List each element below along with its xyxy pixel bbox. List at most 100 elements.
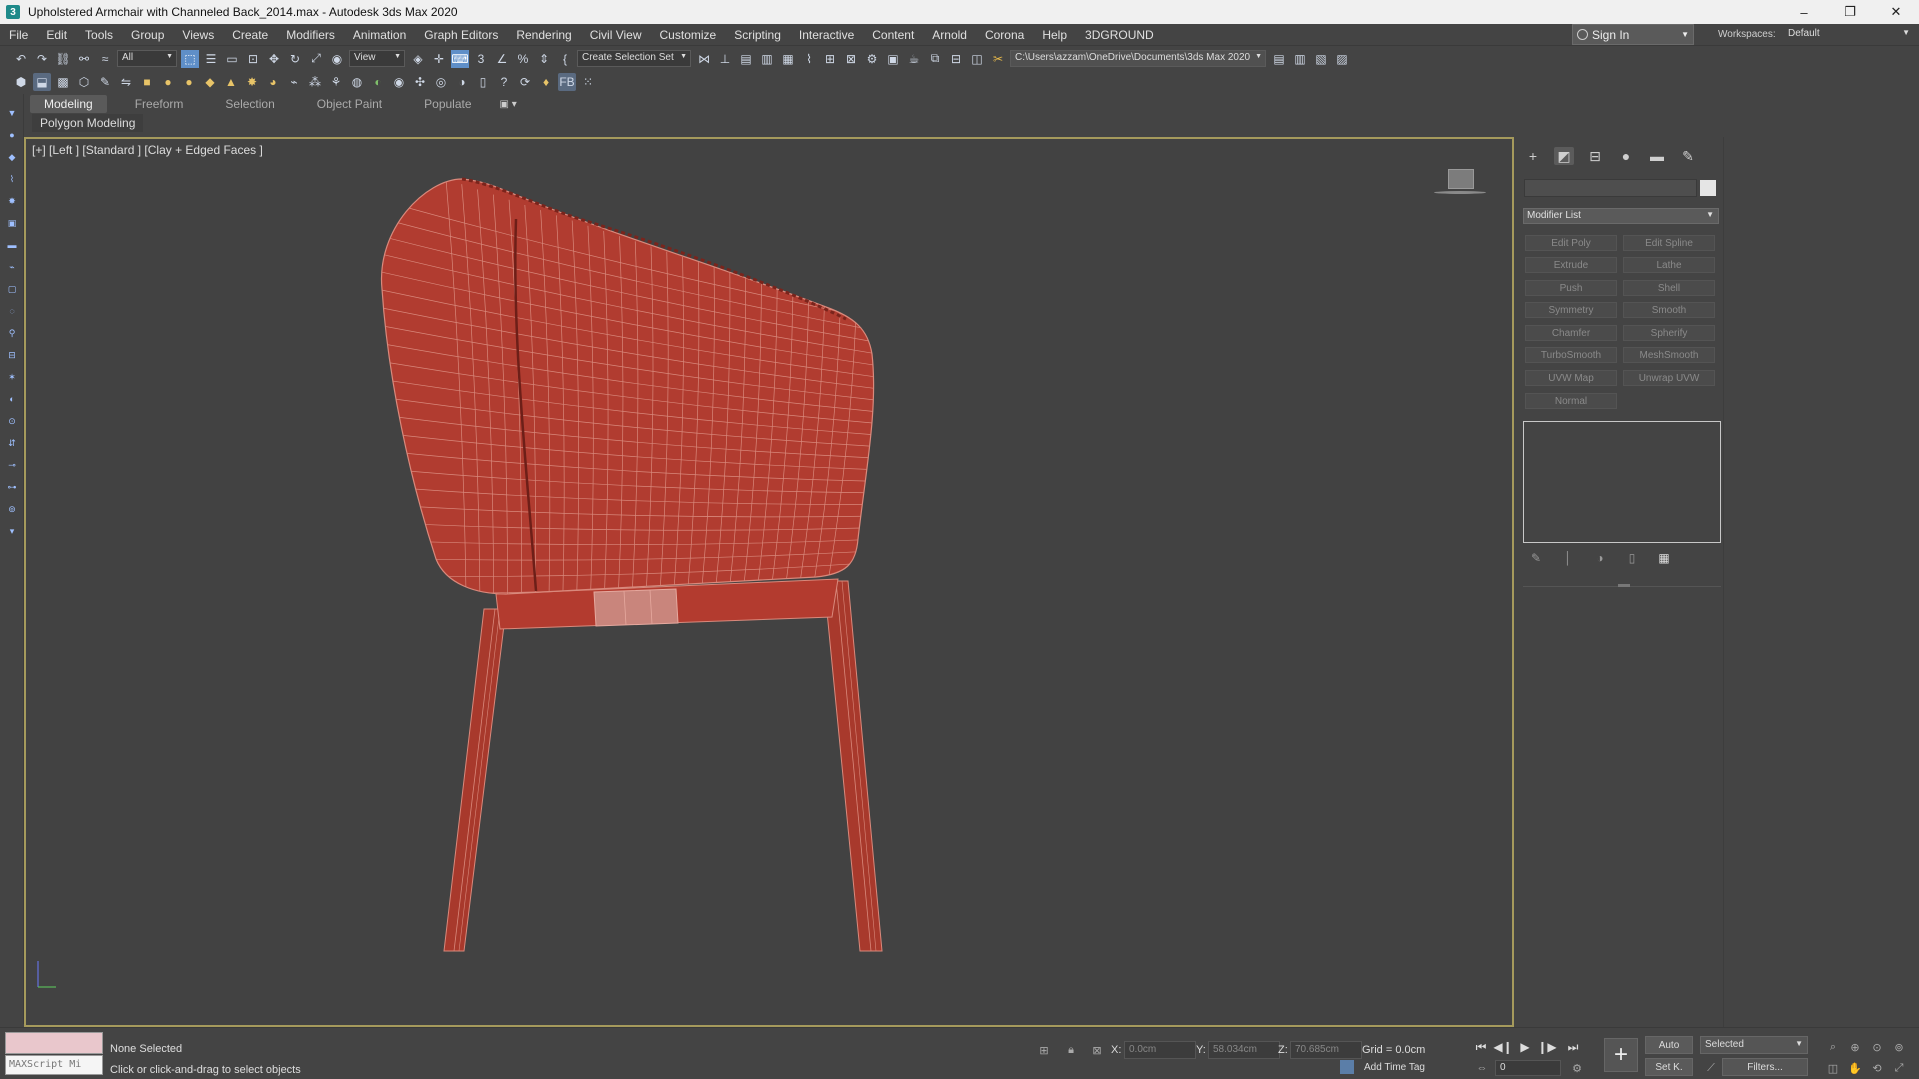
menu-views[interactable]: Views: [173, 28, 223, 42]
field-of-view-icon[interactable]: ◫: [1826, 1061, 1840, 1075]
scene-explorer-filter-icon[interactable]: ▼: [7, 108, 17, 118]
modifier-symmetry-button[interactable]: Symmetry: [1525, 302, 1617, 318]
tab-selection[interactable]: Selection: [211, 95, 288, 113]
display-tab-icon[interactable]: ▬: [1647, 147, 1667, 165]
menu-scripting[interactable]: Scripting: [725, 28, 790, 42]
menu-modifiers[interactable]: Modifiers: [277, 28, 344, 42]
graphite-icon[interactable]: ⌁: [285, 73, 303, 91]
display-containers-icon[interactable]: ⊟: [7, 350, 17, 360]
menu-civil-view[interactable]: Civil View: [581, 28, 651, 42]
menu-customize[interactable]: Customize: [651, 28, 726, 42]
menu-arnold[interactable]: Arnold: [923, 28, 976, 42]
display-cameras-icon[interactable]: ▣: [7, 218, 17, 228]
modifier-uvw-map-button[interactable]: UVW Map: [1525, 370, 1617, 386]
project-path-select[interactable]: C:\Users\azzam\OneDrive\Documents\3ds Ma…: [1010, 50, 1266, 67]
display-geometry-icon[interactable]: ◆: [7, 152, 17, 162]
scissors-icon[interactable]: ✂: [989, 50, 1007, 68]
schematic-view-icon[interactable]: ⊞: [821, 50, 839, 68]
rollout-handle[interactable]: [1618, 584, 1630, 587]
align-icon[interactable]: ⊥: [716, 50, 734, 68]
modifier-push-button[interactable]: Push: [1525, 280, 1617, 296]
go-to-start-icon[interactable]: ⏮: [1472, 1038, 1490, 1056]
display-spacewarps-icon[interactable]: ⌁: [7, 262, 17, 272]
info-icon[interactable]: ?: [495, 73, 513, 91]
sign-in-dropdown[interactable]: Sign In ▼: [1572, 24, 1694, 45]
helper-icon[interactable]: ⚘: [327, 73, 345, 91]
teapot-icon[interactable]: ◕: [264, 73, 282, 91]
particle-icon[interactable]: ⁂: [306, 73, 324, 91]
x-coord-field[interactable]: 0.0cm: [1124, 1041, 1196, 1059]
display-lights-icon[interactable]: ✸: [7, 196, 17, 206]
project-save-icon[interactable]: ▨: [1333, 50, 1351, 68]
display-hidden-icon[interactable]: ◐: [7, 394, 17, 404]
align-tools-icon[interactable]: ⇋: [117, 73, 135, 91]
modifier-stack-list[interactable]: [1523, 421, 1721, 543]
display-groups-icon[interactable]: ▢: [7, 284, 17, 294]
layers-icon[interactable]: ▩: [54, 73, 72, 91]
menu-tools[interactable]: Tools: [76, 28, 122, 42]
add-time-tag-button[interactable]: Add Time Tag: [1340, 1060, 1425, 1074]
bind-spacewarp-icon[interactable]: ≈: [96, 50, 114, 68]
display-xrefs-icon[interactable]: ◌: [7, 306, 17, 316]
display-bones-icon[interactable]: ⚲: [7, 328, 17, 338]
modifier-meshsmooth-button[interactable]: MeshSmooth: [1623, 347, 1715, 363]
pan-view-icon[interactable]: ✋: [1848, 1061, 1862, 1075]
modifier-list-dropdown[interactable]: Modifier List ▼: [1523, 208, 1719, 224]
plane-primitive-icon[interactable]: ◆: [201, 73, 219, 91]
render-setup-icon[interactable]: ⚙: [863, 50, 881, 68]
current-frame-field[interactable]: 0: [1495, 1060, 1561, 1076]
options-icon[interactable]: ▾: [7, 526, 17, 536]
rendered-frame-window-icon[interactable]: ▣: [884, 50, 902, 68]
selection-lock-icon[interactable]: 🔒︎: [1064, 1043, 1078, 1057]
select-object-icon[interactable]: ⬚: [181, 49, 199, 68]
light-icon[interactable]: ✸: [243, 73, 261, 91]
selection-filter-select[interactable]: All ▼: [117, 50, 177, 67]
render-cloud-icon[interactable]: ⊟: [947, 50, 965, 68]
set-key-big-icon[interactable]: +: [1604, 1038, 1638, 1072]
tab-freeform[interactable]: Freeform: [121, 95, 198, 113]
angle-snap-icon[interactable]: ∠: [493, 50, 511, 68]
modifier-normal-button[interactable]: Normal: [1525, 393, 1617, 409]
set-key-button[interactable]: Set K.: [1645, 1058, 1693, 1076]
render-iterative-icon[interactable]: ⧉: [926, 50, 944, 68]
cylinder-primitive-icon[interactable]: ●: [159, 73, 177, 91]
percent-snap-icon[interactable]: %: [514, 50, 532, 68]
auto-key-button[interactable]: Auto: [1645, 1036, 1693, 1054]
link-icon[interactable]: ⛓: [54, 50, 72, 68]
display-shapes-icon[interactable]: ⌇: [7, 174, 17, 184]
go-to-end-icon[interactable]: ⏭: [1564, 1038, 1582, 1056]
layer-explorer-icon[interactable]: ▥: [758, 50, 776, 68]
menu-help[interactable]: Help: [1033, 28, 1076, 42]
next-frame-icon[interactable]: ❙▶: [1537, 1038, 1556, 1056]
menu-content[interactable]: Content: [863, 28, 923, 42]
zoom-icon[interactable]: ⌕: [1826, 1040, 1840, 1054]
viewport-left[interactable]: [+] [Left ] [Standard ] [Clay + Edged Fa…: [24, 137, 1514, 1027]
remove-modifier-icon[interactable]: ▯: [1623, 550, 1641, 566]
snaps-toggle-icon[interactable]: 3: [472, 50, 490, 68]
ribbon-options-icon[interactable]: ▣ ▾: [500, 96, 526, 112]
armchair-model[interactable]: [26, 139, 1512, 1025]
redo-icon[interactable]: ↷: [33, 50, 51, 68]
object-color-swatch[interactable]: [1700, 180, 1716, 196]
modifier-spherify-button[interactable]: Spherify: [1623, 325, 1715, 341]
menu-create[interactable]: Create: [223, 28, 277, 42]
scene-explorer-icon[interactable]: ▤: [737, 50, 755, 68]
sphere-render-icon[interactable]: ◉: [390, 73, 408, 91]
keyboard-shortcut-override-icon[interactable]: ⌨: [451, 49, 469, 68]
display-none-icon[interactable]: ●: [7, 130, 17, 140]
render-production-icon[interactable]: ☕: [905, 50, 923, 68]
project-folder-icon[interactable]: ▤: [1270, 50, 1288, 68]
z-coord-field[interactable]: 70.685cm: [1290, 1041, 1362, 1059]
shape-tools-icon[interactable]: ✎: [96, 73, 114, 91]
menu-group[interactable]: Group: [122, 28, 173, 42]
display-dependencies-icon[interactable]: ⊶: [7, 482, 17, 492]
close-button[interactable]: ✕: [1873, 0, 1919, 24]
refresh-icon[interactable]: ⟳: [516, 73, 534, 91]
zoom-extents-icon[interactable]: ⊙: [1870, 1040, 1884, 1054]
create-tab-icon[interactable]: +: [1523, 147, 1543, 165]
object-name-field[interactable]: [1524, 179, 1697, 197]
reference-coord-select[interactable]: View ▼: [349, 50, 405, 67]
ribbon-panel-polygon-modeling[interactable]: Polygon Modeling: [32, 114, 144, 132]
container-icon[interactable]: ⬢: [12, 73, 30, 91]
unlink-icon[interactable]: ⚯: [75, 50, 93, 68]
